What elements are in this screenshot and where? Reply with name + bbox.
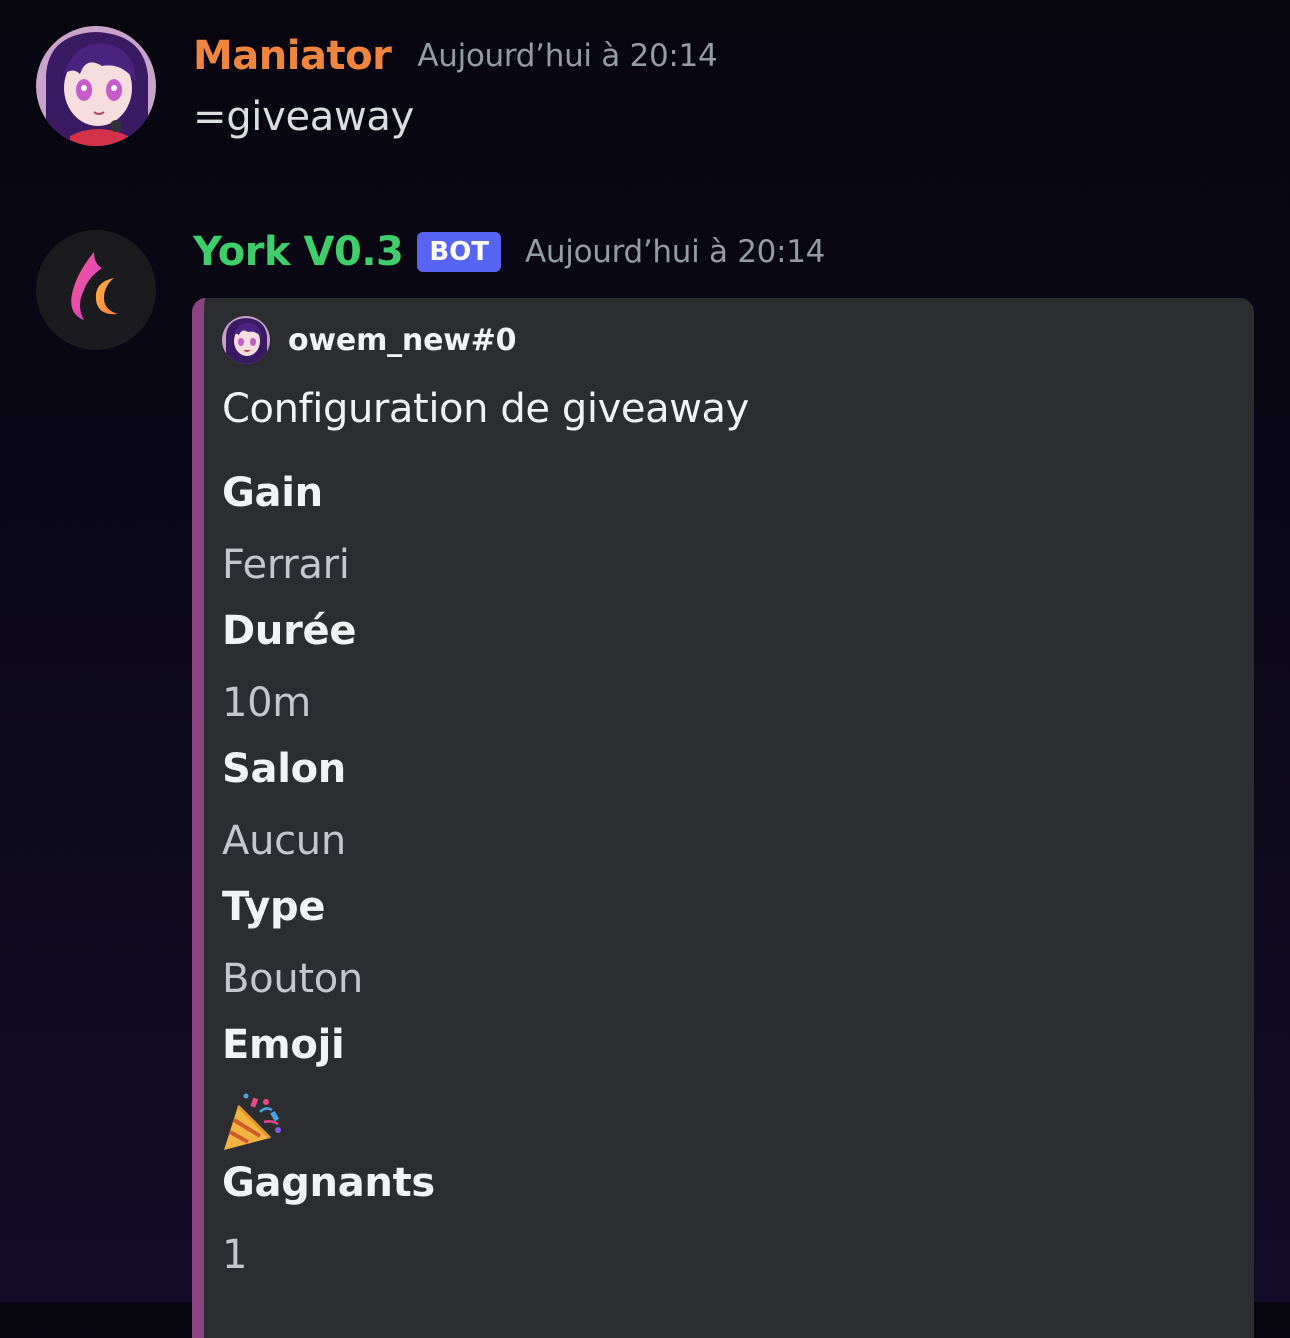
field-name: Salon xyxy=(222,746,346,792)
timestamp: Aujourd’hui à 20:14 xyxy=(525,234,826,270)
user-avatar[interactable] xyxy=(36,26,156,146)
flame-moon-logo-icon xyxy=(71,252,118,320)
message-user: Maniator Aujourd’hui à 20:14 =giveaway xyxy=(0,0,1290,190)
message-header: York V0.3 BOT Aujourd’hui à 20:14 xyxy=(193,224,825,280)
field-value: 10m xyxy=(222,680,311,726)
field-name: Emoji xyxy=(222,1022,345,1068)
message-header: Maniator Aujourd’hui à 20:14 xyxy=(193,28,718,84)
field-value: Ferrari xyxy=(222,542,350,588)
author-name[interactable]: owem_new#0 xyxy=(288,323,517,358)
message-bot: York V0.3 BOT Aujourd’hui à 20:14 owem_n… xyxy=(0,220,1290,1338)
bot-badge: BOT xyxy=(417,232,501,272)
author-avatar-icon[interactable] xyxy=(222,316,270,364)
giveaway-embed: owem_new#0 Configuration de giveaway Gai… xyxy=(192,298,1254,1338)
field-name: Type xyxy=(222,884,326,930)
timestamp: Aujourd’hui à 20:14 xyxy=(417,38,718,74)
field-value: 1 xyxy=(222,1232,248,1278)
message-content: =giveaway xyxy=(193,94,415,140)
bot-avatar[interactable] xyxy=(36,230,156,350)
party-popper-emoji-icon xyxy=(224,1093,281,1150)
field-name: Gagnants xyxy=(222,1160,435,1206)
field-value: Aucun xyxy=(222,818,346,864)
embed-author: owem_new#0 xyxy=(222,316,517,364)
embed-title: Configuration de giveaway xyxy=(222,386,749,432)
field-name: Gain xyxy=(222,470,323,516)
anime-girl-avatar-icon xyxy=(36,26,156,146)
field-name: Durée xyxy=(222,608,357,654)
bot-username[interactable]: York V0.3 xyxy=(193,229,404,275)
anime-girl-avatar-icon xyxy=(222,316,270,364)
field-value: Bouton xyxy=(222,956,363,1002)
field-value xyxy=(222,1092,284,1152)
username[interactable]: Maniator xyxy=(193,33,392,79)
